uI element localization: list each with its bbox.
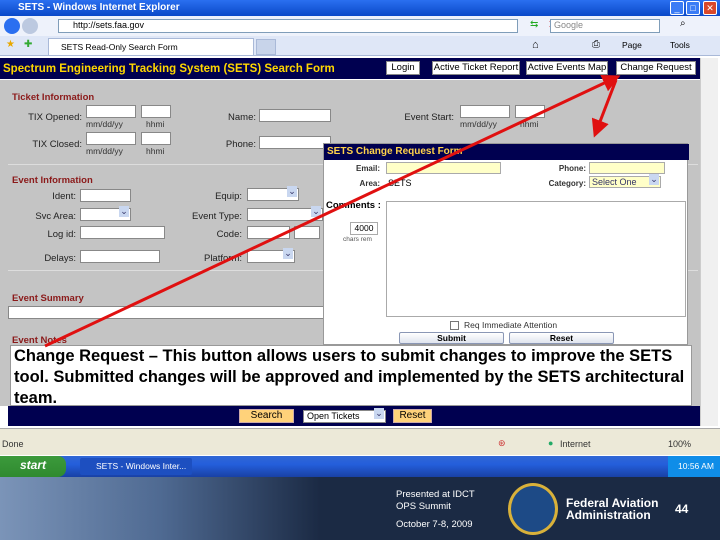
annotation-arrows [44,74,621,348]
arrow-to-dialog [591,79,618,138]
arrow-to-change-request [44,74,621,348]
